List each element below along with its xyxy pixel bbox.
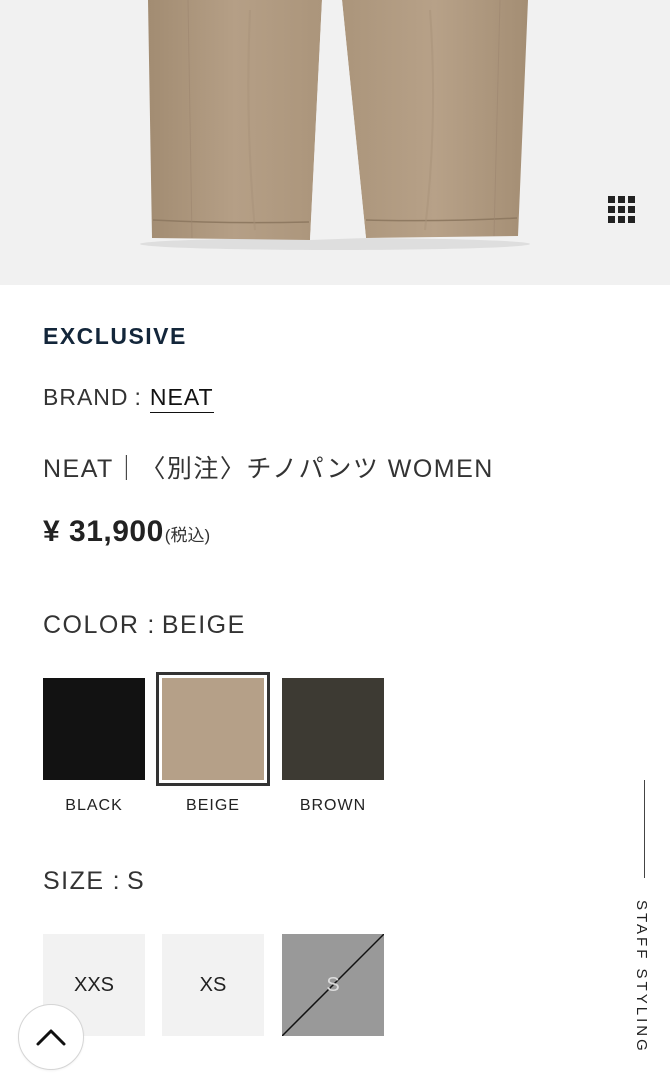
size-option-label: XS xyxy=(199,973,227,996)
color-swatch-brown[interactable] xyxy=(282,678,384,780)
color-swatch-black[interactable] xyxy=(43,678,145,780)
size-label: SIZE: S xyxy=(43,867,145,896)
size-label-text: SIZE xyxy=(43,867,105,895)
product-image[interactable] xyxy=(0,0,670,285)
product-page: EXCLUSIVE BRAND: NEAT NEAT｜〈別注〉チノパンツ WOME… xyxy=(0,0,670,1080)
color-swatch-label: BEIGE xyxy=(186,797,240,814)
size-option-s-soldout[interactable]: S xyxy=(282,934,384,1036)
color-swatch-label: BLACK xyxy=(65,797,123,814)
selected-size: S xyxy=(127,867,146,895)
staff-styling-link[interactable]: STAFF STYLING xyxy=(633,900,650,1054)
size-option-label: S xyxy=(326,973,340,996)
staff-styling-divider xyxy=(644,780,645,878)
product-name: NEAT｜〈別注〉チノパンツ WOMEN xyxy=(43,455,494,483)
size-option-xs[interactable]: XS xyxy=(162,934,264,1036)
brand-row: BRAND: NEAT xyxy=(43,384,214,413)
color-label-text: COLOR xyxy=(43,611,140,639)
price-row: ¥ 31,900(税込) xyxy=(43,515,210,549)
color-label: COLOR: BEIGE xyxy=(43,611,246,640)
brand-separator: : xyxy=(134,384,142,410)
brand-label: BRAND xyxy=(43,384,129,410)
size-option-label: XXS xyxy=(73,973,115,996)
brand-link[interactable]: NEAT xyxy=(149,384,214,413)
size-separator: : xyxy=(112,867,122,895)
selected-color: BEIGE xyxy=(161,611,246,639)
color-swatch-label: BROWN xyxy=(299,797,367,814)
color-swatch-beige[interactable] xyxy=(156,672,270,786)
grid-icon[interactable] xyxy=(606,194,638,226)
exclusive-tag: EXCLUSIVE xyxy=(43,323,187,349)
tax-note: (税込) xyxy=(164,526,211,545)
back-to-top-button[interactable] xyxy=(18,1004,84,1070)
chino-pants-illustration xyxy=(140,0,530,250)
chevron-up-icon xyxy=(36,1029,66,1046)
price: ¥ 31,900 xyxy=(43,515,164,548)
color-separator: : xyxy=(147,611,156,639)
